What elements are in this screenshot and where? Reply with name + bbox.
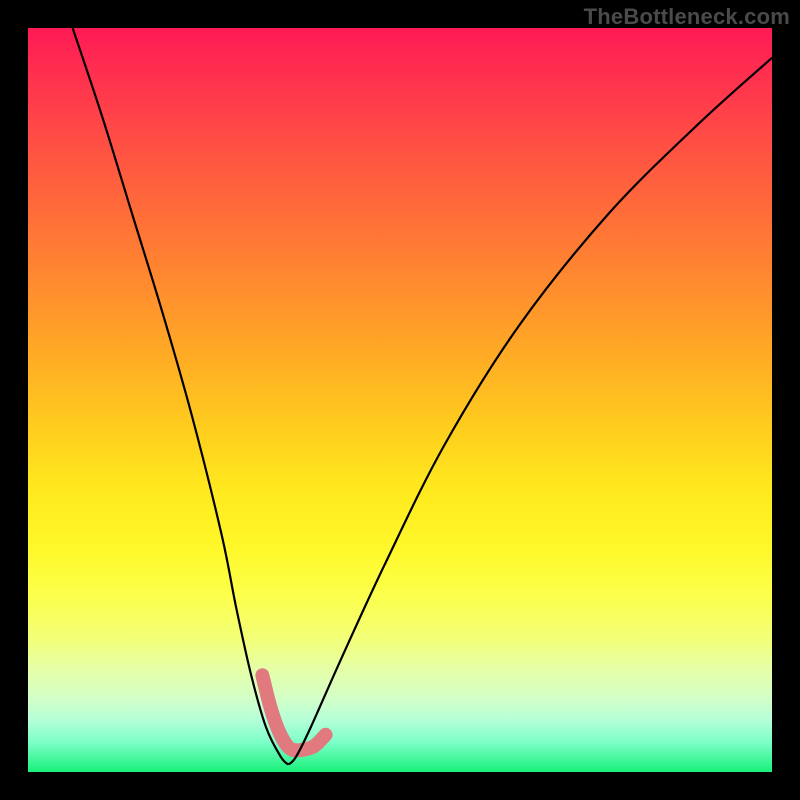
bottleneck-curve-right	[288, 58, 772, 765]
bottleneck-curve-left	[73, 28, 289, 765]
watermark-text: TheBottleneck.com	[584, 4, 790, 30]
chart-svg	[28, 28, 772, 772]
plot-area	[28, 28, 772, 772]
chart-frame: TheBottleneck.com	[0, 0, 800, 800]
